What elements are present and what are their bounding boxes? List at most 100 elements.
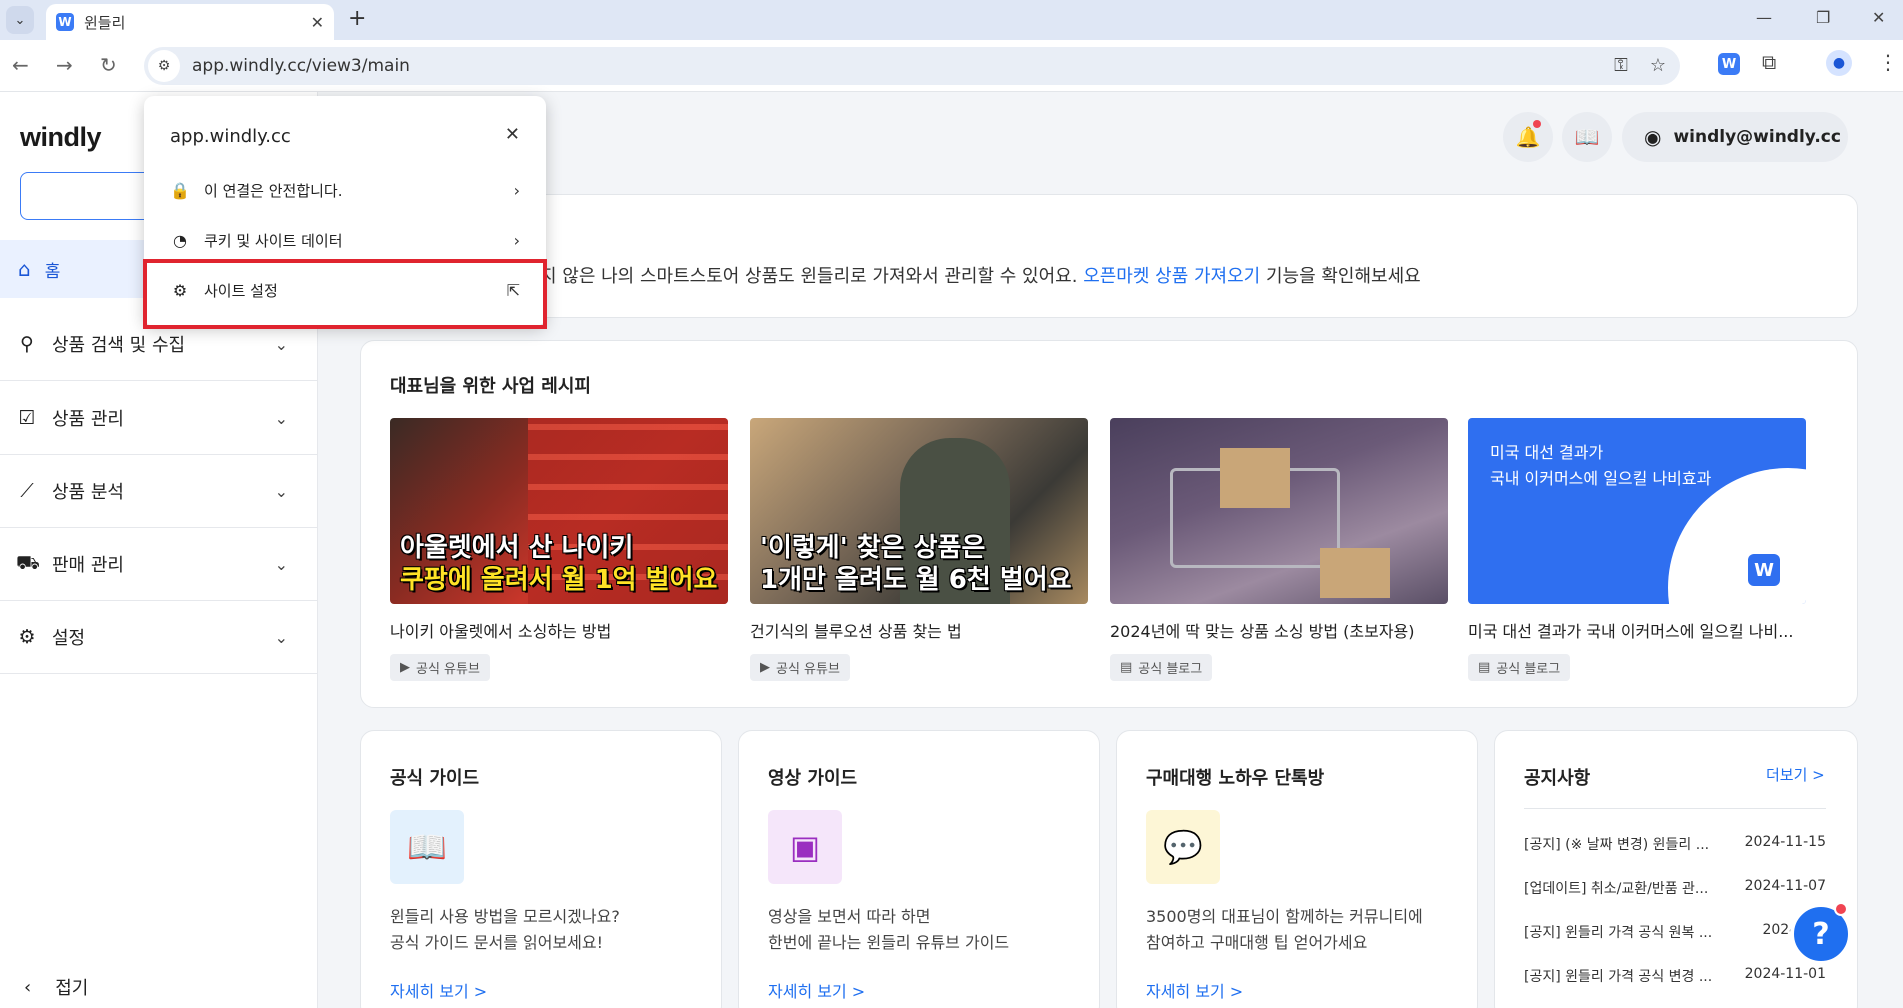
url-text[interactable]: app.windly.cc/view3/main bbox=[192, 56, 410, 76]
minimize-icon[interactable]: — bbox=[1756, 8, 1772, 27]
book-icon: 📖 bbox=[390, 810, 464, 884]
window-close-icon[interactable]: ✕ bbox=[1872, 8, 1885, 27]
notices-title: 공지사항 bbox=[1524, 768, 1591, 789]
highlight-box bbox=[143, 259, 547, 329]
connection-secure-item[interactable]: 🔒 이 연결은 안전합니다. › bbox=[170, 170, 520, 210]
thumbnail-caption: 아울렛에서 산 나이키 쿠팡에 올려서 월 1억 벌어요 bbox=[400, 532, 717, 596]
sidebar-item-settings[interactable]: ⚙ 설정 ⌄ bbox=[0, 601, 318, 674]
back-icon[interactable]: ← bbox=[12, 53, 29, 77]
guide-title: 공식 가이드 bbox=[390, 768, 480, 789]
user-icon: ◉ bbox=[1644, 125, 1662, 149]
reload-icon[interactable]: ↻ bbox=[100, 53, 117, 77]
guide-book-button[interactable]: 📖 bbox=[1562, 112, 1612, 162]
windly-logo[interactable]: windly bbox=[20, 122, 102, 153]
collapse-sidebar-button[interactable]: ‹ 접기 bbox=[24, 974, 88, 1000]
site-info-icon[interactable]: ⚙ bbox=[148, 50, 180, 82]
guide-description: 영상을 보면서 따라 하면 한번에 끝나는 윈들리 유튜브 가이드 bbox=[768, 904, 1009, 956]
account-button[interactable]: ◉ windly@windly.cc bbox=[1622, 112, 1848, 162]
banner-text: 지 않은 나의 스마트스토어 상품도 윈들리로 가져와서 관리할 수 있어요. … bbox=[540, 262, 1421, 288]
recipe-title: 건기식의 블루오션 상품 찾는 법 bbox=[750, 622, 962, 641]
tag-label: 공식 유튜브 bbox=[416, 662, 480, 677]
notice-row[interactable]: [공지] 윈들리 가격 공식 변경 ... 2024-11-01 bbox=[1524, 966, 1826, 986]
notice-row[interactable]: [공지] 윈들리 가격 공식 원복 ...2024-11- bbox=[1524, 922, 1826, 942]
description-line: 한번에 끝나는 윈들리 유튜브 가이드 bbox=[768, 933, 1010, 952]
recipe-thumbnail: 아울렛에서 산 나이키 쿠팡에 올려서 월 1억 벌어요 bbox=[390, 418, 728, 604]
restore-icon[interactable]: ❐ bbox=[1816, 8, 1830, 27]
community-link[interactable]: 자세히 보기 > bbox=[1146, 978, 1243, 1002]
recipe-tag: ▤ 공식 블로그 bbox=[1110, 654, 1213, 681]
notice-title: [공지] 윈들리 가격 공식 원복 ... bbox=[1524, 925, 1713, 941]
thumbnail-caption: '이렇게' 찾은 상품은 1개만 올려도 월 6천 벌어요 bbox=[760, 532, 1072, 596]
description-line: 공식 가이드 문서를 읽어보세요! bbox=[390, 933, 604, 952]
banner-text-after: 기능을 확인해보세요 bbox=[1260, 266, 1421, 287]
description-line: 윈들리 사용 방법을 모르시겠나요? bbox=[390, 907, 620, 926]
youtube-icon: ▶ bbox=[760, 660, 770, 675]
cart-icon: ⛟ bbox=[16, 551, 40, 574]
browser-tab-bar: ⌄ W 윈들리 ✕ + — ❐ ✕ bbox=[0, 0, 1903, 40]
bookmark-star-icon[interactable]: ☆ bbox=[1650, 55, 1666, 76]
sidebar-item-sales-management[interactable]: ⛟ 판매 관리 ⌄ bbox=[0, 528, 318, 601]
recipe-thumbnail: '이렇게' 찾은 상품은 1개만 올려도 월 6천 벌어요 bbox=[750, 418, 1088, 604]
notice-title: [공지] (※ 날짜 변경) 윈들리 ... bbox=[1524, 837, 1710, 853]
chevron-right-icon: › bbox=[513, 230, 520, 250]
notification-button[interactable]: 🔔 bbox=[1503, 112, 1553, 162]
new-tab-icon[interactable]: + bbox=[348, 6, 366, 31]
sidebar-item-product-management[interactable]: ☑ 상품 관리 ⌄ bbox=[0, 382, 318, 455]
windly-extension-icon[interactable]: W bbox=[1718, 53, 1740, 75]
search-icon: ⚲ bbox=[20, 333, 34, 355]
chevron-down-icon: ⌄ bbox=[274, 554, 288, 574]
notices-more-link[interactable]: 더보기 > bbox=[1766, 764, 1825, 785]
parcel-box-image bbox=[1320, 548, 1390, 598]
popup-close-icon[interactable]: ✕ bbox=[505, 124, 520, 145]
popup-row-label: 쿠키 및 사이트 데이터 bbox=[204, 231, 343, 250]
extensions-icon[interactable]: ⧉ bbox=[1762, 50, 1776, 74]
section-title: 대표님을 위한 사업 레시피 bbox=[390, 376, 591, 397]
recipe-tag: ▶ 공식 유튜브 bbox=[750, 654, 850, 681]
guide-title: 구매대행 노하우 단톡방 bbox=[1146, 768, 1325, 789]
guide-description: 윈들리 사용 방법을 모르시겠나요? 공식 가이드 문서를 읽어보세요! bbox=[390, 904, 620, 956]
open-market-import-link[interactable]: 오픈마켓 상품 가져오기 bbox=[1083, 266, 1260, 287]
forward-icon[interactable]: → bbox=[56, 53, 73, 77]
chevron-down-icon: ⌄ bbox=[274, 408, 288, 428]
caption-line-highlight: 쿠팡에 올려서 월 1억 벌어요 bbox=[400, 565, 718, 595]
notification-dot bbox=[1533, 120, 1541, 128]
tag-label: 공식 블로그 bbox=[1496, 662, 1561, 677]
browser-tab-active[interactable]: W 윈들리 ✕ bbox=[46, 4, 334, 40]
divider bbox=[1524, 808, 1826, 809]
notice-date: 2024-11-15 bbox=[1744, 834, 1826, 850]
recipe-thumbnail: 미국 대선 결과가 국내 이커머스에 일으킬 나비효과 W bbox=[1468, 418, 1806, 604]
recipe-card[interactable]: 미국 대선 결과가 국내 이커머스에 일으킬 나비효과 W 미국 대선 결과가 … bbox=[1468, 418, 1806, 681]
caption-line: 국내 이커머스에 일으킬 나비효과 bbox=[1490, 469, 1712, 488]
browser-toolbar: ← → ↻ ⚙ app.windly.cc/view3/main ⚿ ☆ W ⧉… bbox=[0, 40, 1903, 92]
profile-icon[interactable]: ● bbox=[1826, 50, 1852, 76]
description-line: 영상을 보면서 따라 하면 bbox=[768, 907, 931, 926]
youtube-icon: ▶ bbox=[400, 660, 410, 675]
official-guide-link[interactable]: 자세히 보기 > bbox=[390, 978, 487, 1002]
sidebar-item-product-analysis[interactable]: ⟋ 상품 분석 ⌄ bbox=[0, 455, 318, 528]
chevron-down-icon: ⌄ bbox=[274, 334, 288, 354]
address-bar[interactable]: ⚙ app.windly.cc/view3/main ⚿ ☆ bbox=[144, 47, 1680, 85]
recipe-card[interactable]: 2024년에 딱 맞는 상품 소싱 방법 (초보자용) ▤ 공식 블로그 bbox=[1110, 418, 1448, 681]
browser-menu-icon[interactable]: ⋮ bbox=[1878, 50, 1898, 74]
sidebar-item-label: 상품 분석 bbox=[52, 482, 124, 503]
notice-row[interactable]: [업데이트] 취소/교환/반품 관... 2024-11-07 bbox=[1524, 878, 1826, 898]
recipe-card[interactable]: 아울렛에서 산 나이키 쿠팡에 올려서 월 1억 벌어요 나이키 아울렛에서 소… bbox=[390, 418, 728, 681]
caption-line: 미국 대선 결과가 bbox=[1490, 443, 1604, 462]
tab-search-button[interactable]: ⌄ bbox=[6, 6, 34, 34]
account-email: windly@windly.cc bbox=[1673, 127, 1841, 147]
cookies-site-data-item[interactable]: ◔ 쿠키 및 사이트 데이터 › bbox=[170, 220, 520, 260]
description-line: 참여하고 구매대행 팁 얻어가세요 bbox=[1146, 933, 1368, 952]
recipe-card[interactable]: '이렇게' 찾은 상품은 1개만 올려도 월 6천 벌어요 건기식의 블루오션 … bbox=[750, 418, 1088, 681]
help-notification-dot bbox=[1834, 902, 1848, 916]
parcel-box-image bbox=[1220, 448, 1290, 508]
caption-line: '이렇게' 찾은 상품은 bbox=[760, 533, 986, 563]
book-icon: 📖 bbox=[1574, 125, 1600, 149]
bell-icon: 🔔 bbox=[1515, 125, 1541, 149]
tag-label: 공식 유튜브 bbox=[776, 662, 840, 677]
video-guide-link[interactable]: 자세히 보기 > bbox=[768, 978, 865, 1002]
notice-row[interactable]: [공지] (※ 날짜 변경) 윈들리 ... 2024-11-15 bbox=[1524, 834, 1826, 854]
lock-icon: 🔒 bbox=[170, 180, 190, 200]
password-key-icon[interactable]: ⚿ bbox=[1614, 55, 1628, 76]
home-icon: ⌂ bbox=[18, 257, 31, 281]
tab-close-icon[interactable]: ✕ bbox=[311, 13, 324, 32]
